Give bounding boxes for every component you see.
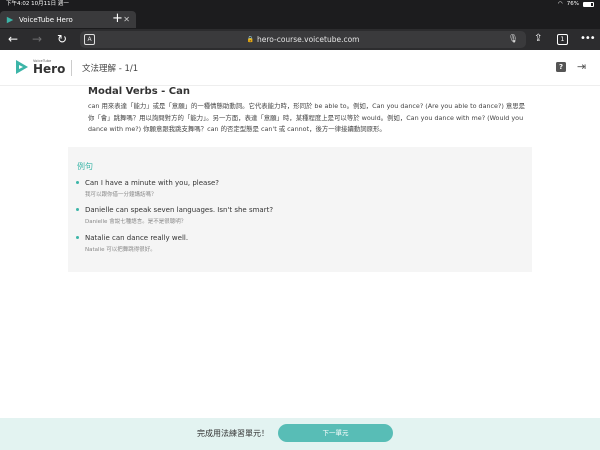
example-translation: Danielle 會說七種語言。是不是很聰明？ xyxy=(85,219,187,225)
browser-tab-bar: VoiceTube Hero ✕ + xyxy=(0,9,600,29)
url-text: hero-course.voicetube.com xyxy=(256,35,360,44)
logo-brand-big: Hero xyxy=(33,62,66,76)
status-time: 下午4:02 xyxy=(6,1,30,7)
logo-icon xyxy=(16,60,28,74)
voicetube-hero-logo[interactable]: VoiceTube Hero xyxy=(14,59,65,75)
status-bar: 下午4:02 10月11日 週一 ◠ 76% xyxy=(0,0,600,9)
browser-toolbar: ← → ↻ A 🔒 hero-course.voicetube.com 🎙 ⇪ … xyxy=(0,29,600,50)
header-divider xyxy=(71,60,72,76)
example-translation: 我可以跟你借一分鐘講話嗎？ xyxy=(85,192,157,198)
example-box: 例句 Can I have a minute with you, please?… xyxy=(68,147,532,272)
example-sentence: Can I have a minute with you, please? xyxy=(85,179,219,187)
completion-message: 完成用法練習單元！ xyxy=(197,429,269,438)
share-icon[interactable]: ⇪ xyxy=(534,32,542,46)
tab-close-icon[interactable]: ✕ xyxy=(123,15,130,24)
example-translation: Natalie 可以把舞跳得很好。 xyxy=(85,247,156,253)
new-tab-icon[interactable]: + xyxy=(112,12,123,26)
bullet-icon xyxy=(76,236,79,239)
example-sentence: Natalie can dance really well. xyxy=(85,234,189,242)
back-icon[interactable]: ← xyxy=(8,32,18,46)
address-bar[interactable]: A 🔒 hero-course.voicetube.com 🎙 xyxy=(80,31,526,48)
app-header: VoiceTube Hero 文法理解 - 1/1 ? ⇥ xyxy=(0,50,600,86)
more-icon[interactable]: ••• xyxy=(580,32,596,46)
exit-icon[interactable]: ⇥ xyxy=(577,60,586,73)
microphone-icon[interactable]: 🎙 xyxy=(508,34,518,43)
wifi-icon: ◠ xyxy=(557,1,563,7)
tab-title: VoiceTube Hero xyxy=(19,15,73,24)
lesson-body: can 用來表達「能力」或是「意願」的一種情態助動詞。它代表能力時，形同於 be… xyxy=(88,102,526,133)
voicetube-tab-icon xyxy=(6,16,14,23)
lock-icon: 🔒 xyxy=(246,36,254,43)
example-title: 例句 xyxy=(77,162,93,171)
bullet-icon xyxy=(76,208,79,211)
battery-percent: 76% xyxy=(566,1,579,7)
bullet-icon xyxy=(76,181,79,184)
section-title: 文法理解 - 1/1 xyxy=(82,64,139,74)
lesson-title: Modal Verbs - Can xyxy=(88,86,190,97)
help-icon[interactable]: ? xyxy=(556,62,566,72)
tabs-count-button[interactable]: 1 xyxy=(557,34,568,45)
example-sentence: Danielle can speak seven languages. Isn'… xyxy=(85,206,274,214)
battery-icon xyxy=(583,2,594,7)
translate-icon[interactable]: A xyxy=(84,34,95,45)
next-unit-button[interactable]: 下一單元 xyxy=(278,424,393,442)
forward-icon[interactable]: → xyxy=(32,32,42,46)
reload-icon[interactable]: ↻ xyxy=(57,32,67,46)
footer-bar: 完成用法練習單元！ 下一單元 xyxy=(0,418,600,450)
status-date: 10月11日 週一 xyxy=(31,1,69,7)
